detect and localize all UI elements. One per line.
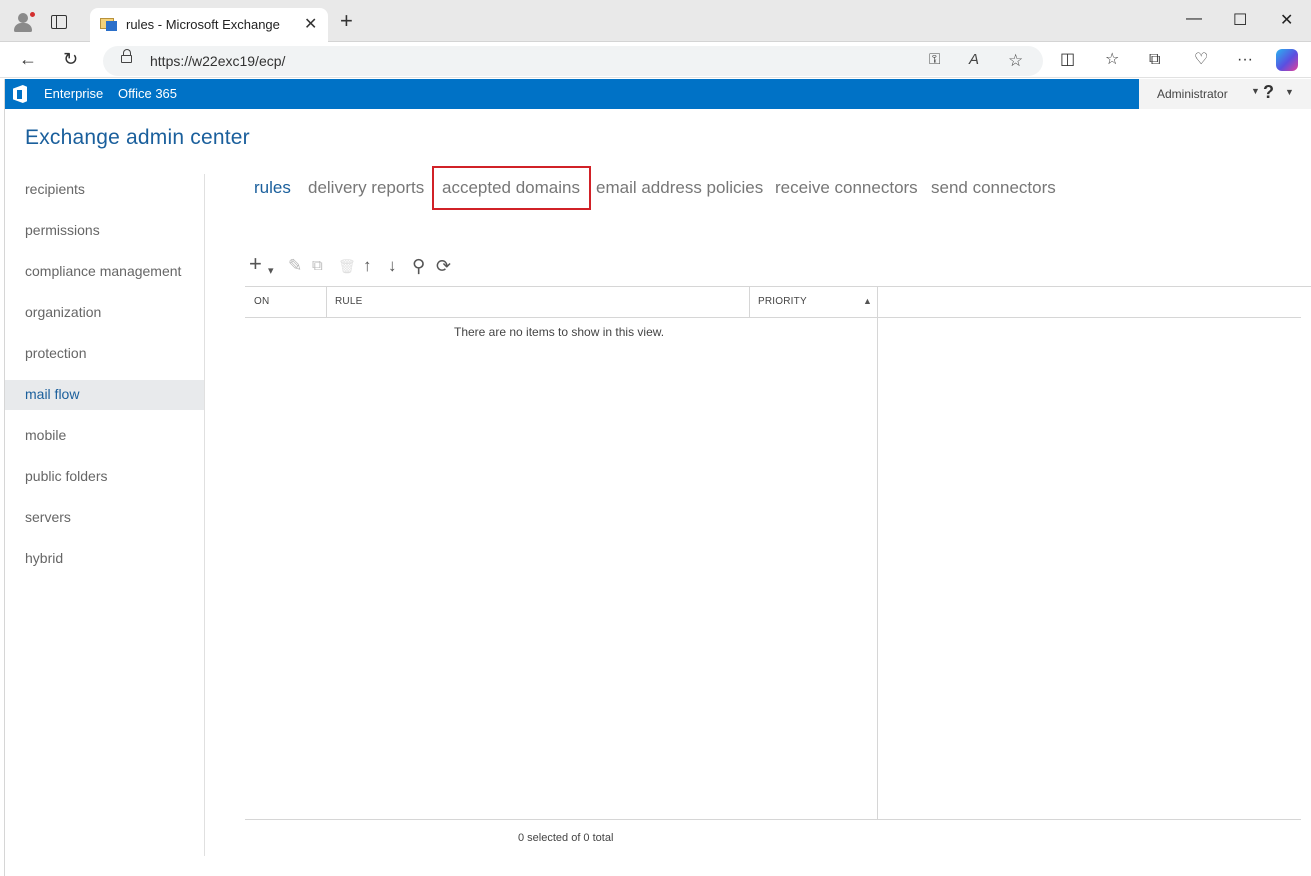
highlight-annotation: [432, 166, 591, 210]
browser-tab[interactable]: rules - Microsoft Exchange ✕: [90, 8, 328, 42]
column-divider: [326, 287, 327, 317]
user-area: Administrator ▼ ? ▼: [1139, 79, 1311, 109]
new-tab-button[interactable]: +: [340, 10, 353, 32]
browser-tab-strip: rules - Microsoft Exchange ✕ + — ☐ ✕: [0, 0, 1311, 42]
move-up-icon[interactable]: ↑: [363, 256, 372, 276]
copy-icon[interactable]: ⧉: [312, 256, 323, 276]
selection-status: 0 selected of 0 total: [518, 832, 614, 844]
column-header-on[interactable]: ON: [254, 296, 269, 307]
sort-ascending-icon[interactable]: ▲: [863, 296, 872, 306]
refresh-button[interactable]: ↻: [63, 49, 78, 69]
empty-list-message: There are no items to show in this view.: [454, 325, 665, 339]
browser-essentials-icon[interactable]: ♡: [1194, 50, 1208, 70]
read-aloud-icon[interactable]: A: [969, 51, 979, 68]
edit-icon[interactable]: ✎: [288, 256, 302, 276]
search-icon[interactable]: ⚲: [412, 256, 425, 276]
nav-item-public-folders[interactable]: public folders: [5, 462, 204, 492]
nav-item-label: mobile: [25, 427, 67, 443]
nav-item-hybrid[interactable]: hybrid: [5, 544, 204, 574]
nav-item-label: recipients: [25, 181, 85, 197]
refresh-icon[interactable]: ⟳: [436, 256, 451, 276]
nav-divider: [204, 174, 205, 856]
grid-bottom-border: [245, 819, 1301, 820]
chevron-down-icon[interactable]: ▼: [1251, 86, 1260, 96]
collections-icon[interactable]: ⧉: [1149, 50, 1160, 70]
page-title: Exchange admin center: [25, 126, 250, 149]
enterprise-link[interactable]: Enterprise: [44, 86, 103, 101]
office365-link[interactable]: Office 365: [118, 86, 177, 101]
tab-title: rules - Microsoft Exchange: [126, 17, 280, 32]
tab-send-connectors[interactable]: send connectors: [931, 178, 1056, 198]
split-screen-icon[interactable]: ◫: [1060, 50, 1075, 70]
nav-item-organization[interactable]: organization: [5, 298, 204, 328]
nav-item-protection[interactable]: protection: [5, 339, 204, 369]
tab-actions-icon[interactable]: [51, 15, 67, 29]
details-pane-divider: [877, 287, 878, 819]
o365-navbar: Enterprise Office 365 Administrator ▼ ? …: [5, 79, 1311, 109]
tab-delivery-reports[interactable]: delivery reports: [308, 178, 424, 198]
tab-email-address-policies[interactable]: email address policies: [596, 178, 763, 198]
url-text[interactable]: https://w22exc19/ecp/: [150, 53, 285, 69]
exchange-favicon-icon: [100, 17, 117, 31]
column-header-rule[interactable]: RULE: [335, 296, 362, 307]
nav-item-label: servers: [25, 509, 71, 525]
favorite-star-icon[interactable]: ☆: [1008, 51, 1023, 71]
nav-item-mail-flow[interactable]: mail flow: [5, 380, 204, 410]
nav-item-permissions[interactable]: permissions: [5, 216, 204, 246]
nav-item-label: permissions: [25, 222, 100, 238]
column-divider: [749, 287, 750, 317]
nav-item-label: protection: [25, 345, 87, 361]
delete-icon[interactable]: 🗑: [338, 256, 356, 276]
key-icon[interactable]: ⚿: [929, 51, 940, 68]
move-down-icon[interactable]: ↓: [388, 256, 397, 276]
nav-item-label: organization: [25, 304, 102, 320]
nav-item-label: hybrid: [25, 550, 64, 566]
nav-item-label: mail flow: [25, 386, 80, 402]
close-window-button[interactable]: ✕: [1280, 10, 1293, 30]
office-logo-icon[interactable]: [13, 85, 27, 103]
user-menu[interactable]: Administrator: [1157, 87, 1228, 101]
profile-icon[interactable]: [12, 11, 36, 33]
nav-item-compliance-management[interactable]: compliance management: [5, 257, 204, 287]
column-header-priority[interactable]: PRIORITY: [758, 296, 807, 307]
nav-item-label: public folders: [25, 468, 108, 484]
lock-icon[interactable]: [121, 49, 132, 63]
help-icon[interactable]: ?: [1263, 82, 1274, 103]
tab-receive-connectors[interactable]: receive connectors: [775, 178, 918, 198]
favorites-icon[interactable]: ☆: [1105, 50, 1119, 70]
chevron-down-icon[interactable]: ▾: [268, 261, 274, 281]
more-menu-icon[interactable]: ···: [1237, 50, 1253, 70]
url-field[interactable]: https://w22exc19/ecp/ ⚿ A ☆: [103, 46, 1043, 76]
grid-top-border: [245, 286, 1311, 287]
chevron-down-icon[interactable]: ▼: [1285, 87, 1294, 97]
add-icon[interactable]: +: [249, 253, 262, 275]
nav-item-servers[interactable]: servers: [5, 503, 204, 533]
nav-item-label: compliance management: [25, 263, 182, 279]
back-button[interactable]: ←: [19, 49, 37, 69]
maximize-button[interactable]: ☐: [1233, 10, 1247, 30]
nav-item-mobile[interactable]: mobile: [5, 421, 204, 451]
nav-item-recipients[interactable]: recipients: [5, 175, 204, 205]
copilot-icon[interactable]: [1276, 49, 1298, 71]
close-tab-icon[interactable]: ✕: [304, 14, 317, 34]
tab-rules[interactable]: rules: [254, 178, 291, 198]
grid-header-border: [245, 317, 1301, 318]
minimize-button[interactable]: —: [1186, 10, 1202, 28]
address-bar-row: ← ↻ https://w22exc19/ecp/ ⚿ A ☆ ◫ ☆ ⧉ ♡ …: [0, 42, 1311, 78]
